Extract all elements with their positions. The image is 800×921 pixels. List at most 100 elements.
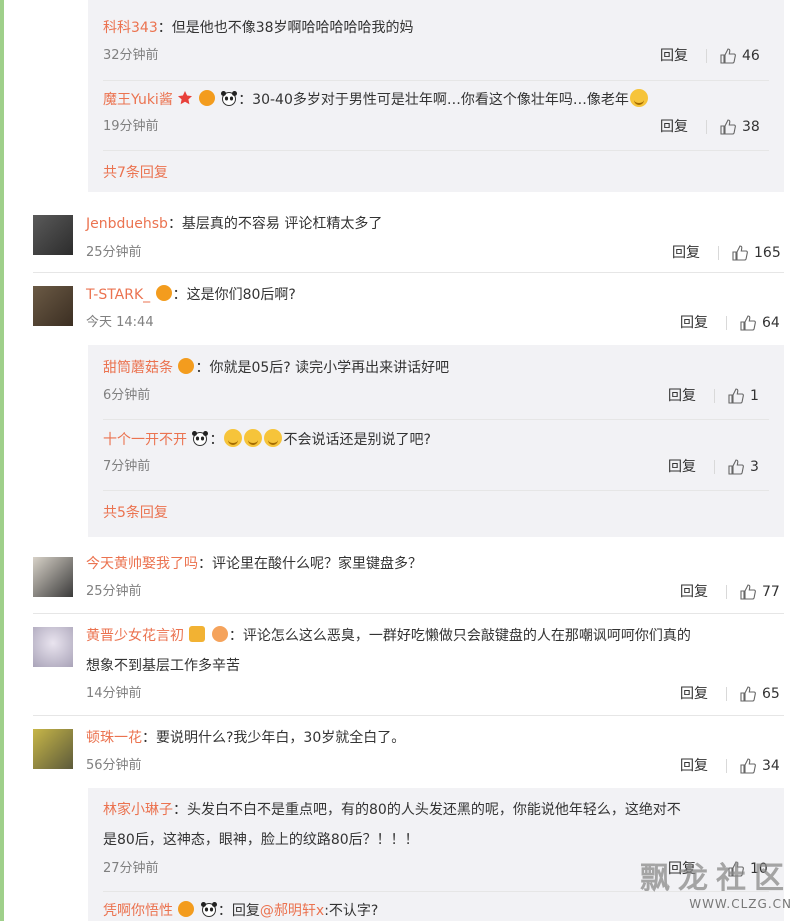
avatar[interactable] bbox=[33, 557, 73, 597]
panda-icon bbox=[200, 902, 217, 917]
divider bbox=[33, 715, 784, 716]
like-button[interactable]: 1 bbox=[728, 386, 759, 406]
laugh-emoji-icon bbox=[629, 89, 648, 107]
comment-text-line2: 想象不到基层工作多辛苦 bbox=[86, 658, 240, 674]
like-button[interactable]: 46 bbox=[720, 46, 760, 66]
avatar[interactable] bbox=[33, 627, 73, 667]
reply-text: 魔王Yuki酱 ：30-40多岁对于男性可是壮年啊…你看这个像壮年吗…像老年 bbox=[103, 89, 649, 110]
like-button[interactable]: 65 bbox=[740, 684, 780, 704]
reply-text: 十个一开不开 ：不会说话还是别说了吧? bbox=[103, 429, 431, 450]
comment-text: 今天黄帅娶我了吗：评论里在酸什么呢？家里键盘多？ bbox=[86, 556, 422, 572]
separator bbox=[726, 687, 727, 701]
like-button[interactable]: 165 bbox=[732, 243, 781, 263]
separator bbox=[714, 460, 715, 474]
username-link[interactable]: T-STARK_ bbox=[86, 287, 150, 303]
thumbs-up-icon bbox=[740, 315, 756, 331]
level-badge-icon bbox=[211, 626, 228, 642]
avatar[interactable] bbox=[33, 286, 73, 326]
star-icon bbox=[178, 91, 193, 105]
like-count: 3 bbox=[750, 459, 759, 475]
separator bbox=[714, 389, 715, 403]
divider bbox=[103, 419, 769, 420]
watermark-title: 飘龙社区 bbox=[640, 861, 792, 896]
more-replies-link[interactable]: 共5条回复 bbox=[103, 503, 168, 523]
thumbs-up-icon bbox=[740, 584, 756, 600]
mention-link[interactable]: @郝明轩x bbox=[260, 903, 324, 919]
thumbs-up-icon bbox=[740, 686, 756, 702]
like-count: 64 bbox=[762, 315, 780, 331]
like-count: 65 bbox=[762, 686, 780, 702]
timestamp: 14分钟前 bbox=[86, 686, 142, 701]
reply-text: 林家小琳子：头发白不白不是重点吧，有的80的人头发还黑的呢，你能说他年轻么，这绝… bbox=[103, 802, 681, 818]
username-link[interactable]: 十个一开不开 bbox=[103, 432, 187, 448]
username-link[interactable]: 顿珠一花 bbox=[86, 730, 142, 746]
reply-button[interactable]: 回复 bbox=[668, 457, 696, 477]
like-button[interactable]: 34 bbox=[740, 756, 780, 776]
timestamp: 32分钟前 bbox=[103, 48, 159, 63]
comment-text: 黄晋少女花言初 ：评论怎么这么恶臭，一群好吃懒做只会敲键盘的人在那嘲讽呵呵你们真… bbox=[86, 626, 691, 644]
like-count: 38 bbox=[742, 119, 760, 135]
vip-badge-icon bbox=[178, 901, 195, 917]
separator bbox=[706, 120, 707, 134]
separator bbox=[726, 585, 727, 599]
username-link[interactable]: 凭啊你悟性 bbox=[103, 903, 173, 919]
reply-button[interactable]: 回复 bbox=[680, 582, 708, 602]
username-link[interactable]: 黄晋少女花言初 bbox=[86, 628, 184, 644]
thumbs-up-icon bbox=[740, 758, 756, 774]
timestamp: 56分钟前 bbox=[86, 758, 142, 773]
timestamp: 27分钟前 bbox=[103, 861, 159, 876]
smile-emoji-icon bbox=[244, 429, 263, 447]
separator bbox=[706, 49, 707, 63]
comment-text: T-STARK_ ：这是你们80后啊? bbox=[86, 285, 296, 303]
avatar[interactable] bbox=[33, 215, 73, 255]
reply-button[interactable]: 回复 bbox=[680, 313, 708, 333]
panda-icon bbox=[221, 91, 238, 106]
like-count: 1 bbox=[750, 388, 759, 404]
timestamp: 6分钟前 bbox=[103, 388, 151, 403]
watermark: 飘龙社区 WWW.CLZG.CN bbox=[640, 853, 792, 911]
like-button[interactable]: 64 bbox=[740, 313, 780, 333]
thumbs-up-icon bbox=[732, 245, 748, 261]
panda-icon bbox=[192, 431, 209, 446]
like-count: 165 bbox=[754, 245, 781, 261]
reply-button[interactable]: 回复 bbox=[660, 46, 688, 66]
reply-button[interactable]: 回复 bbox=[680, 684, 708, 704]
vip-badge-icon bbox=[178, 358, 195, 374]
separator bbox=[718, 246, 719, 260]
username-link[interactable]: Jenbduehsb bbox=[86, 216, 168, 232]
timestamp: 7分钟前 bbox=[103, 459, 151, 474]
left-gutter bbox=[0, 0, 4, 921]
thumbs-up-icon bbox=[720, 48, 736, 64]
username-link[interactable]: 魔王Yuki酱 bbox=[103, 92, 173, 108]
separator bbox=[726, 759, 727, 773]
reply-button[interactable]: 回复 bbox=[680, 756, 708, 776]
smile-emoji-icon bbox=[224, 429, 243, 447]
like-button[interactable]: 3 bbox=[728, 457, 759, 477]
timestamp: 19分钟前 bbox=[103, 119, 159, 134]
like-count: 77 bbox=[762, 584, 780, 600]
reply-button[interactable]: 回复 bbox=[660, 117, 688, 137]
avatar[interactable] bbox=[33, 729, 73, 769]
username-link[interactable]: 林家小琳子 bbox=[103, 802, 173, 818]
timestamp: 今天 14:44 bbox=[86, 315, 154, 330]
username-link[interactable]: 今天黄帅娶我了吗 bbox=[86, 556, 198, 572]
divider bbox=[33, 613, 784, 614]
divider bbox=[103, 150, 769, 151]
reply-text: 科科343：但是他也不像38岁啊哈哈哈哈哈我的妈 bbox=[103, 20, 414, 36]
username-link[interactable]: 科科343 bbox=[103, 20, 158, 36]
vip-badge-icon bbox=[155, 285, 172, 301]
comment-text: Jenbduehsb：基层真的不容易 评论杠精太多了 bbox=[86, 216, 383, 232]
separator bbox=[726, 316, 727, 330]
thumbs-up-icon bbox=[728, 388, 744, 404]
reply-text-line2: 是80后，这神态，眼神，脸上的纹路80后？！！！ bbox=[103, 832, 419, 848]
comment-text: 顿珠一花：要说明什么?我少年白，30岁就全白了。 bbox=[86, 730, 406, 746]
like-button[interactable]: 38 bbox=[720, 117, 760, 137]
like-button[interactable]: 77 bbox=[740, 582, 780, 602]
divider bbox=[33, 272, 784, 273]
reply-button[interactable]: 回复 bbox=[668, 386, 696, 406]
more-replies-link[interactable]: 共7条回复 bbox=[103, 163, 168, 183]
username-link[interactable]: 甜筒蘑菇条 bbox=[103, 360, 173, 376]
thumbs-up-icon bbox=[728, 459, 744, 475]
reply-button[interactable]: 回复 bbox=[672, 243, 700, 263]
watermark-url: WWW.CLZG.CN bbox=[689, 897, 792, 911]
